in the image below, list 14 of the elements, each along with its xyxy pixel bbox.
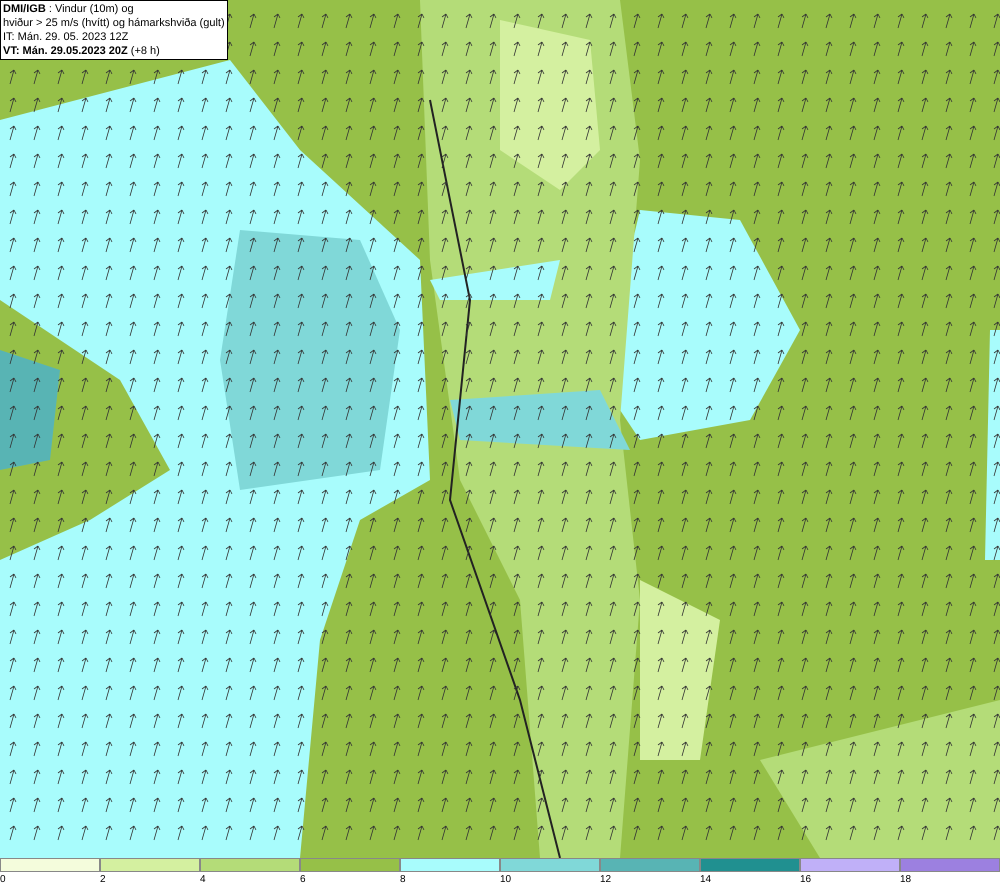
legend-label: 10 <box>500 873 512 887</box>
legend-label: 2 <box>100 873 106 887</box>
legend-label: 18 <box>900 873 912 887</box>
info-text: VT: Mán. 29.05.2023 20Z (+8 h) <box>3 44 161 58</box>
legend-label: 16 <box>800 873 812 887</box>
legend-label: 12 <box>600 873 612 887</box>
legend-label: 4 <box>200 873 206 887</box>
legend-label: 8 <box>400 873 406 887</box>
info-text: hviður > 25 m/s (hvítt) og hámarkshviða (gult) <box>3 16 225 30</box>
info-text: IT: Mán. 29. 05. 2023 12Z <box>3 30 130 44</box>
legend-label: 0 <box>0 873 6 887</box>
info-text: DMI/IGB : Vindur (10m) og <box>3 2 135 16</box>
legend-label: 6 <box>300 873 306 887</box>
legend-label: 14 <box>700 873 712 887</box>
